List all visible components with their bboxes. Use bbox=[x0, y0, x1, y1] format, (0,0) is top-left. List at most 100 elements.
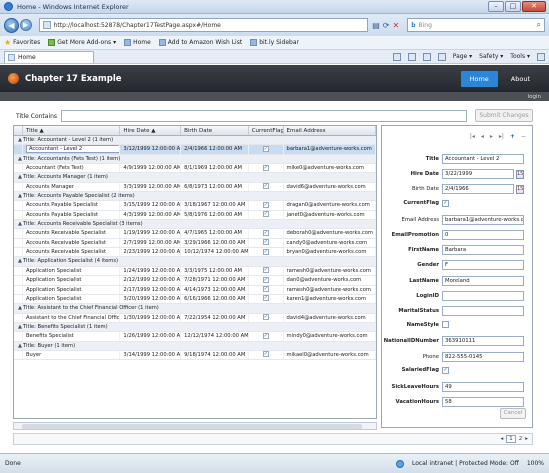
cell-birth-date[interactable]: 7/22/1954 12:00:00 AM bbox=[181, 313, 249, 322]
cell-hire-date[interactable]: 1/26/1999 12:00:00 AM bbox=[120, 332, 182, 341]
cell-hire-date[interactable]: 2/23/1999 12:00:00 AM bbox=[120, 248, 182, 257]
cell-email[interactable]: dragan0@adventure-works.com bbox=[284, 201, 376, 210]
cell-title[interactable]: Assistant to the Chief Financial Officer bbox=[23, 313, 121, 322]
cell-title[interactable]: Accounts Manager bbox=[23, 182, 121, 192]
cell-title[interactable]: Accounts Receivable Specialist bbox=[23, 248, 121, 257]
cell-birth-date[interactable]: 3/18/1967 12:00:00 AM bbox=[181, 201, 249, 210]
group-row[interactable]: ▲ Title: Assistant to the Chief Financial… bbox=[14, 304, 376, 314]
current-flag-checkbox[interactable]: ✓ bbox=[262, 211, 269, 218]
favorite-item-home[interactable]: Home bbox=[124, 39, 151, 46]
cell-email[interactable]: ramesh0@adventure-works.com bbox=[284, 266, 376, 276]
cell-birth-date[interactable]: 5/8/1976 12:00:00 AM bbox=[181, 210, 249, 220]
table-row[interactable]: Buyer 3/14/1999 12:00:00 AM 9/18/1974 12:0… bbox=[14, 350, 376, 361]
nationalidnumber-input[interactable]: 363910111 bbox=[442, 336, 524, 347]
gender-input[interactable]: F bbox=[442, 260, 524, 271]
table-row[interactable]: Accountant (Fets Test) 4/9/1999 12:00:00 … bbox=[14, 164, 376, 174]
maximize-button[interactable]: □ bbox=[505, 1, 521, 12]
cell-title[interactable]: Benefits Specialist bbox=[23, 332, 121, 341]
table-row[interactable]: Application Specialist 1/24/1999 12:00:00… bbox=[14, 266, 376, 277]
sickleavehours-input[interactable]: 49 bbox=[442, 382, 524, 392]
cell-hire-date[interactable]: 4/9/1999 12:00:00 AM bbox=[120, 164, 182, 173]
cell-birth-date[interactable]: 6/8/1973 12:00:00 AM bbox=[181, 182, 249, 192]
favorite-item-bitly[interactable]: bit.ly Sidebar bbox=[250, 39, 299, 46]
cell-birth-date[interactable]: 3/29/1966 12:00:00 AM bbox=[181, 238, 249, 248]
page-number-2[interactable]: 2 bbox=[519, 436, 523, 442]
forward-button[interactable]: ▶ bbox=[19, 19, 32, 31]
expand-toggle-icon[interactable]: ▲ bbox=[14, 173, 23, 181]
cell-title[interactable]: Application Specialist bbox=[23, 266, 121, 276]
table-row[interactable]: Application Specialist 3/20/1999 12:00:00… bbox=[14, 294, 376, 305]
cell-email[interactable]: barbara1@adventure-works.com bbox=[284, 145, 376, 154]
current-flag-checkbox[interactable]: ✓ bbox=[262, 239, 269, 246]
currentflag-checkbox[interactable]: ✓ bbox=[442, 199, 449, 207]
cell-title[interactable]: Application Specialist bbox=[23, 285, 121, 294]
group-row[interactable]: ▲ Title: Application Specialist (4 items) bbox=[14, 257, 376, 267]
cell-birth-date[interactable]: 4/7/1965 12:00:00 AM bbox=[181, 229, 249, 238]
cell-email[interactable]: dan0@adventure-works.com bbox=[284, 276, 376, 285]
expand-toggle-icon[interactable]: ▲ bbox=[14, 220, 23, 228]
feeds-icon[interactable] bbox=[407, 52, 416, 61]
cell-title[interactable]: Accountant (Fets Test) bbox=[23, 164, 121, 173]
current-flag-checkbox[interactable]: ✓ bbox=[262, 145, 269, 152]
current-flag-checkbox[interactable]: ✓ bbox=[262, 295, 269, 302]
phone-input[interactable]: 822-555-0145 bbox=[442, 351, 524, 362]
table-row[interactable]: Accounts Receivable Specialist 2/7/1999 1… bbox=[14, 238, 376, 249]
cell-email[interactable]: mindy0@adventure-works.com bbox=[284, 332, 376, 341]
current-flag-checkbox[interactable]: ✓ bbox=[262, 164, 269, 171]
table-row[interactable]: Application Specialist 2/17/1999 12:00:00… bbox=[14, 285, 376, 295]
cell-birth-date[interactable]: 7/28/1971 12:00:00 AM bbox=[181, 276, 249, 285]
cell-email[interactable]: bryan0@adventure-works.com bbox=[284, 248, 376, 257]
cell-title-editor[interactable]: Accountant - Level 2 bbox=[25, 145, 120, 154]
cell-birth-date[interactable]: 9/18/1974 12:00:00 AM bbox=[181, 350, 249, 360]
cell-hire-date[interactable]: 3/3/1999 12:00:00 AM bbox=[120, 182, 182, 192]
home-icon[interactable] bbox=[392, 52, 401, 61]
scrollbar-thumb[interactable] bbox=[22, 424, 362, 429]
expand-toggle-icon[interactable]: ▲ bbox=[14, 304, 23, 312]
group-row[interactable]: ▲ Title: Accounts Payable Specialist (2 i… bbox=[14, 192, 376, 202]
group-row[interactable]: ▲ Title: Accountant - Level 2 (1 item) bbox=[14, 136, 376, 146]
cell-title[interactable]: Accounts Payable Specialist bbox=[23, 201, 121, 210]
cell-birth-date[interactable]: 4/14/1973 12:00:00 AM bbox=[181, 285, 249, 294]
cell-title[interactable]: Application Specialist bbox=[23, 276, 121, 285]
login-link[interactable]: login bbox=[528, 94, 541, 100]
group-row[interactable]: ▲ Title: Benefits Specialist (1 item) bbox=[14, 322, 376, 333]
cell-email[interactable]: karen1@adventure-works.com bbox=[284, 294, 376, 304]
help-icon[interactable] bbox=[537, 52, 545, 61]
tools-menu[interactable]: Tools ▾ bbox=[510, 53, 530, 60]
cell-email[interactable]: mikael0@adventure-works.com bbox=[284, 350, 376, 360]
stop-icon[interactable]: ✕ bbox=[393, 21, 400, 30]
current-flag-checkbox[interactable]: ✓ bbox=[262, 201, 269, 208]
calendar-icon[interactable]: 15 bbox=[516, 184, 524, 194]
cell-hire-date[interactable]: 3/14/1999 12:00:00 AM bbox=[120, 350, 182, 360]
current-flag-checkbox[interactable]: ✓ bbox=[262, 229, 269, 236]
table-row[interactable]: Accounts Payable Specialist 4/3/1999 12:0… bbox=[14, 210, 376, 221]
cell-title[interactable]: Application Specialist bbox=[23, 294, 121, 304]
refresh-icon[interactable]: ⟳ bbox=[383, 21, 390, 30]
current-flag-checkbox[interactable]: ✓ bbox=[262, 351, 269, 358]
cell-title[interactable]: Accounts Payable Specialist bbox=[23, 210, 121, 220]
birth-date-input[interactable]: 2/4/1966 bbox=[442, 184, 514, 195]
cell-birth-date[interactable]: 12/12/1974 12:00:00 AM bbox=[181, 332, 249, 341]
cell-birth-date[interactable]: 6/16/1966 12:00:00 AM bbox=[181, 294, 249, 304]
cell-email[interactable]: candy0@adventure-works.com bbox=[284, 238, 376, 248]
mail-icon[interactable] bbox=[422, 52, 431, 61]
column-header-current-flag[interactable]: CurrentFlag bbox=[249, 126, 284, 135]
expand-toggle-icon[interactable]: ▲ bbox=[14, 192, 23, 200]
submit-changes-button[interactable]: Submit Changes bbox=[475, 109, 533, 122]
cell-title[interactable]: Buyer bbox=[23, 350, 121, 360]
table-row[interactable]: Benefits Specialist 1/26/1999 12:00:00 AM… bbox=[14, 332, 376, 342]
column-header-title[interactable]: Title ▲ bbox=[23, 126, 121, 135]
expand-toggle-icon[interactable]: ▲ bbox=[14, 136, 23, 144]
last-record-icon[interactable]: ▸| bbox=[499, 133, 504, 140]
title-filter-input[interactable] bbox=[61, 110, 468, 122]
cell-email[interactable]: david6@adventure-works.com bbox=[284, 182, 376, 192]
favorite-item-addons[interactable]: Get More Add-ons ▾ bbox=[48, 39, 116, 46]
calendar-icon[interactable]: 15 bbox=[516, 169, 524, 179]
current-flag-checkbox[interactable]: ✓ bbox=[262, 248, 269, 255]
column-header-birth-date[interactable]: Birth Date bbox=[181, 126, 249, 135]
back-button[interactable]: ◀ bbox=[4, 17, 19, 33]
cell-hire-date[interactable]: 2/12/1999 12:00:00 AM bbox=[120, 276, 182, 285]
cell-title[interactable]: Accounts Receivable Specialist bbox=[23, 229, 121, 238]
cancel-button[interactable]: Cancel bbox=[500, 408, 526, 419]
cell-hire-date[interactable]: 4/3/1999 12:00:00 AM bbox=[120, 210, 182, 220]
